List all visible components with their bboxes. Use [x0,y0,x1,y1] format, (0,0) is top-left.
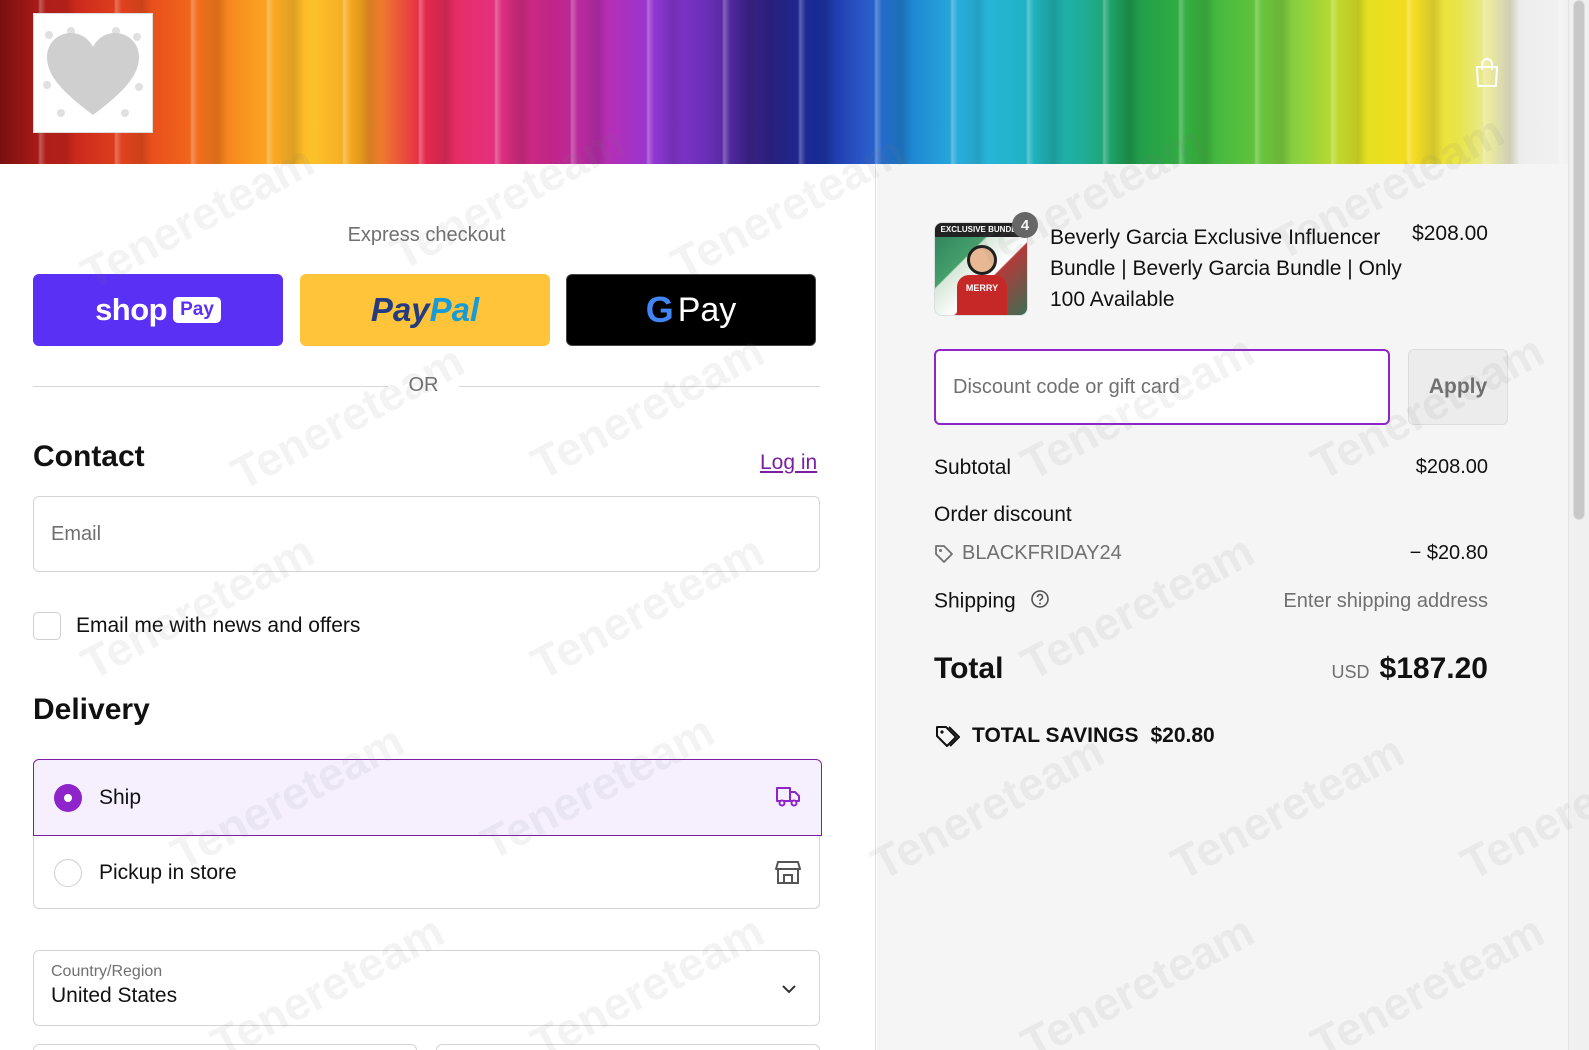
total-currency: USD [1331,662,1370,682]
cart-button[interactable] [1475,58,1499,93]
delivery-method-group: Ship Pickup in store [33,759,822,910]
newsletter-checkbox[interactable] [33,612,61,640]
savings-value: $20.80 [1150,724,1215,747]
shop-pay-brand: shop [95,292,168,327]
discount-code-row: BLACKFRIDAY24 [934,542,1122,565]
email-input[interactable] [34,497,819,571]
discount-code: BLACKFRIDAY24 [962,542,1122,564]
divider-line [33,386,388,387]
subtotal-label: Subtotal [934,456,1012,479]
pickup-label: Pickup in store [99,860,237,884]
or-divider: OR [33,374,820,398]
checkout-form: Express checkout shop Pay PayPal G Pay O… [0,164,876,1050]
heart-logo-icon [43,27,143,117]
email-field[interactable] [33,496,820,572]
apply-discount-button[interactable]: Apply [1408,349,1508,425]
country-select[interactable]: Country/Region United States [33,950,820,1026]
truck-icon [775,784,801,813]
order-discount-label: Order discount [934,503,1072,526]
discount-value: − $20.80 [1409,542,1488,564]
quantity-badge: 4 [1012,212,1038,238]
chevron-down-icon [781,981,797,999]
ship-label: Ship [99,785,142,809]
scrollbar-thumb[interactable] [1573,0,1585,520]
newsletter-option[interactable]: Email me with news and offers [33,612,360,640]
savings-label: TOTAL SAVINGS [972,724,1139,747]
total-label: Total [934,652,1004,685]
discount-input[interactable] [936,351,1388,423]
google-g-icon: G [645,289,674,330]
google-pay-label: Pay [677,290,737,329]
ship-radio[interactable] [54,783,82,812]
paypal-button[interactable]: PayPal [300,274,550,346]
or-label: OR [408,374,439,396]
shipping-row: Shipping [934,589,1050,615]
divider-line [459,386,820,387]
last-name-field[interactable] [436,1044,820,1050]
order-summary: EXCLUSIVE BUNDLE MERRY 4 Beverly Garcia … [877,164,1568,1050]
thumbnail-shirt: MERRY [957,275,1007,315]
paypal-logo: PayPal [370,291,480,328]
first-name-field[interactable] [33,1044,417,1050]
pickup-radio[interactable] [54,858,82,887]
subtotal-value: $208.00 [1415,456,1488,478]
express-checkout-title: Express checkout [347,224,506,246]
newsletter-label: Email me with news and offers [76,614,361,637]
total-savings: TOTAL SAVINGS $20.80 [934,724,1215,748]
delivery-heading: Delivery [33,693,150,726]
thumbnail-face [967,245,997,275]
delivery-option-pickup[interactable]: Pickup in store [34,835,821,910]
product-thumbnail: EXCLUSIVE BUNDLE MERRY [934,222,1028,316]
country-value: United States [51,984,178,1007]
page-scrollbar[interactable] [1568,0,1589,1050]
store-icon [775,859,801,890]
header-banner [0,0,1568,164]
delivery-option-ship[interactable]: Ship [33,759,822,836]
help-circle-icon[interactable] [1030,589,1050,615]
shipping-label: Shipping [934,589,1016,613]
country-label: Country/Region [51,963,163,980]
discount-field[interactable] [934,349,1390,425]
shipping-value: Enter shipping address [1283,590,1488,612]
shopping-bag-icon [1476,58,1498,87]
contact-heading: Contact [33,440,145,473]
savings-tag-icon [936,726,960,747]
store-logo[interactable] [33,13,153,133]
shop-pay-badge: Pay [173,297,221,323]
login-link[interactable]: Log in [760,451,817,475]
google-pay-button[interactable]: G Pay [566,274,816,346]
product-name: Beverly Garcia Exclusive Influencer Bund… [1050,226,1402,311]
total-amount: $187.20 [1379,652,1488,685]
total-value-group: USD $187.20 [1332,652,1488,686]
tag-icon [935,544,953,563]
product-price: $208.00 [1412,222,1488,245]
shop-pay-button[interactable]: shop Pay [33,274,283,346]
